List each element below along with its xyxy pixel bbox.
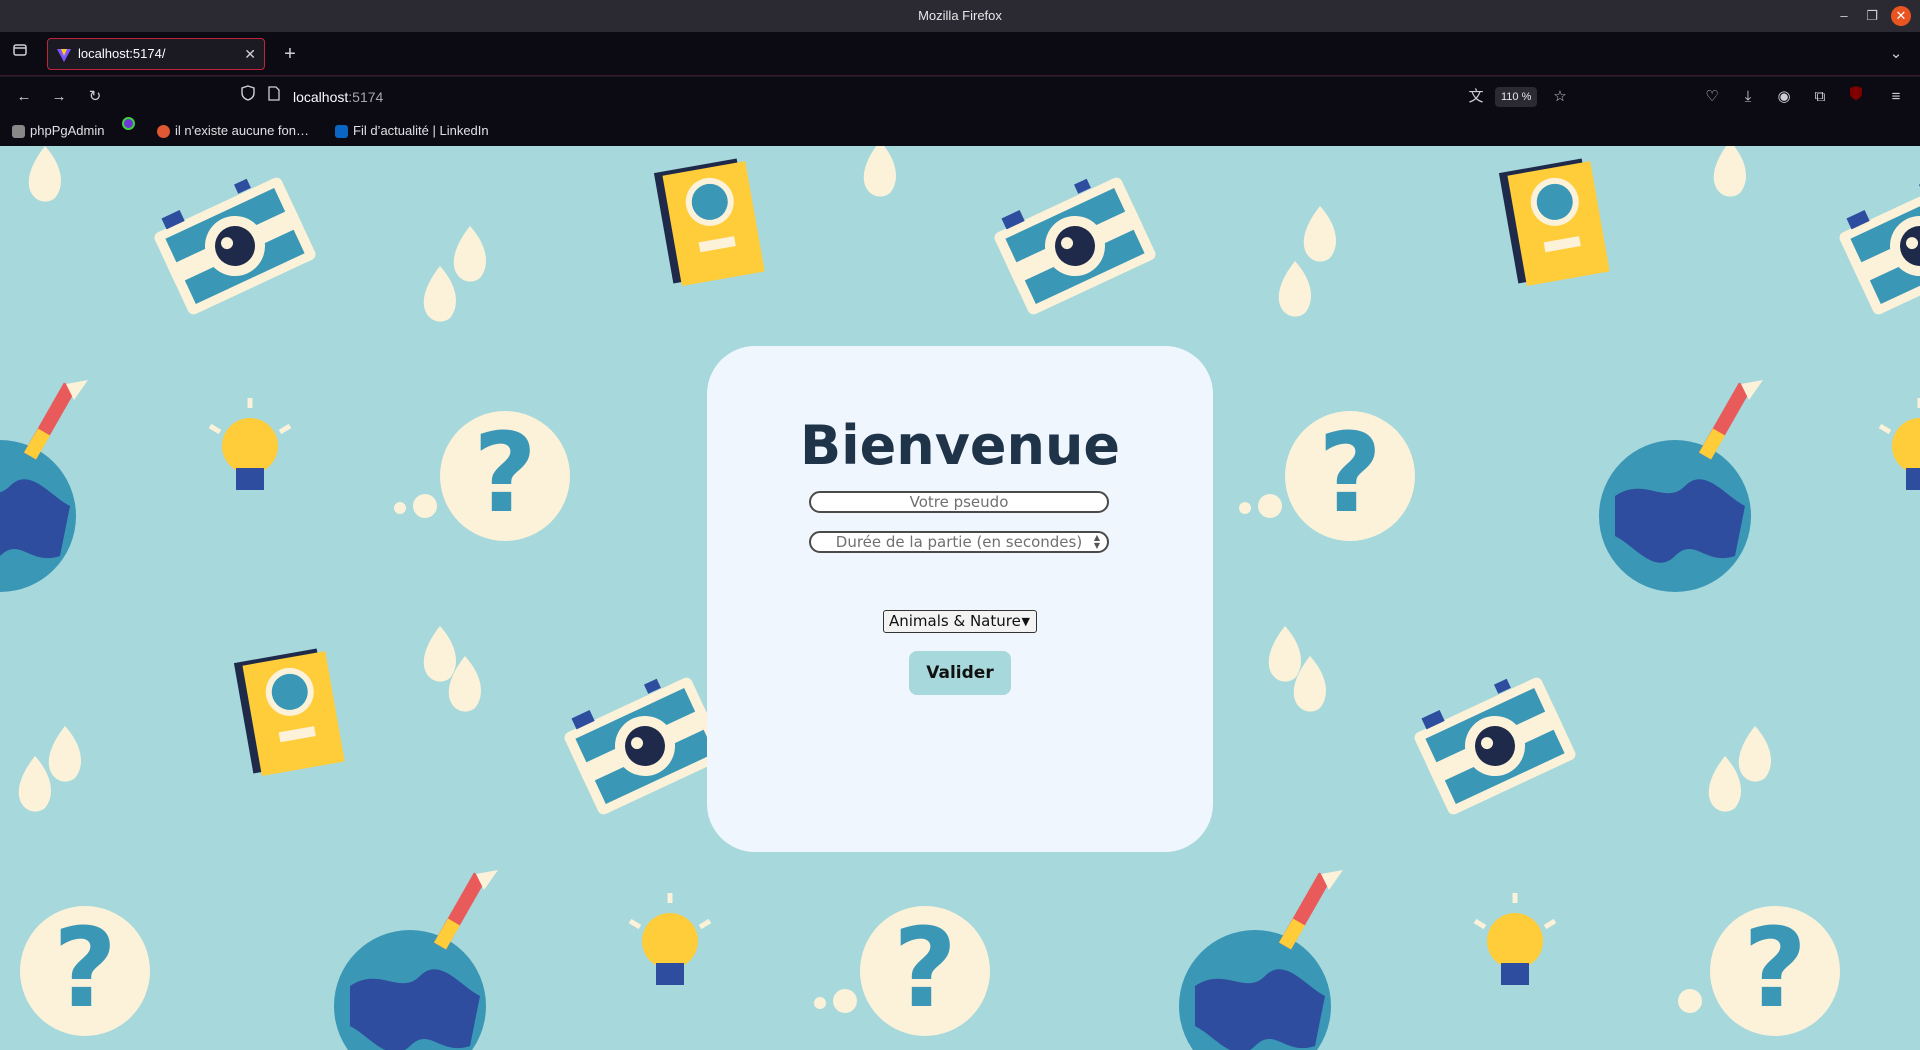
bookmark-icon-only[interactable] (122, 117, 135, 130)
tab-list-icon[interactable] (8, 42, 32, 66)
shield-icon[interactable] (236, 85, 260, 109)
bookmark-label: phpPgAdmin (30, 123, 105, 138)
page-background: ? (0, 146, 1920, 1050)
category-selected-value: Animals & Nature (889, 612, 1021, 630)
navigation-bar: ← → ↻ localhost:5174 文 ☆ ♡ ⤓ ◉ ⧉ ≡ (0, 77, 1920, 117)
bookmark-phppgadmin[interactable]: phpPgAdmin (12, 117, 104, 145)
url-text[interactable]: localhost:5174 (293, 81, 383, 113)
window-title: Mozilla Firefox (918, 8, 1002, 23)
elephant-icon (12, 124, 25, 138)
close-window-icon[interactable]: ✕ (1891, 6, 1911, 26)
window-titlebar: Mozilla Firefox – ❐ ✕ (0, 0, 1920, 32)
page-title: Bienvenue (799, 414, 1121, 477)
bookmarks-bar: phpPgAdmin il n'existe aucune fon… Fil d… (0, 117, 1920, 146)
bookmark-linkedin[interactable]: Fil d’actualité | LinkedIn (335, 117, 489, 145)
welcome-card: Bienvenue ▲▼ Animals & Nature ▼ Valider (707, 346, 1213, 852)
pocket-icon[interactable]: ♡ (1700, 85, 1724, 109)
tab-title: localhost:5174/ (78, 46, 166, 61)
download-icon[interactable]: ⤓ (1736, 85, 1760, 109)
chevron-down-icon[interactable]: ⌄ (1884, 42, 1908, 66)
new-tab-icon[interactable]: + (278, 42, 302, 66)
minimize-icon[interactable]: – (1834, 6, 1854, 26)
zoom-level[interactable]: 110 % (1495, 87, 1538, 107)
duckduckgo-icon (157, 124, 170, 138)
account-icon[interactable]: ◉ (1772, 85, 1796, 109)
bookmark-search[interactable]: il n'existe aucune fon… (157, 117, 309, 145)
tab-localhost[interactable]: localhost:5174/ ✕ (47, 38, 265, 70)
tab-strip: localhost:5174/ ✕ + ⌄ (0, 32, 1920, 76)
url-port: :5174 (348, 89, 384, 105)
url-bar[interactable]: localhost:5174 (228, 81, 1572, 113)
chevron-down-icon: ▼ (1021, 615, 1030, 628)
bookmark-label: Fil d’actualité | LinkedIn (353, 123, 489, 138)
back-icon[interactable]: ← (12, 85, 36, 109)
star-icon[interactable]: ☆ (1548, 85, 1572, 109)
restore-icon[interactable]: ❐ (1862, 6, 1882, 26)
linkedin-icon (335, 124, 348, 138)
tab-close-icon[interactable]: ✕ (244, 39, 256, 69)
forward-icon[interactable]: → (47, 85, 71, 109)
menu-icon[interactable]: ≡ (1884, 85, 1908, 109)
reload-icon[interactable]: ↻ (83, 85, 107, 109)
vite-favicon-icon (57, 49, 71, 62)
extension-bookmark-icon (122, 117, 135, 130)
translate-icon[interactable]: 文 (1464, 85, 1488, 109)
category-select[interactable]: Animals & Nature ▼ (883, 610, 1037, 633)
pseudo-field[interactable] (809, 491, 1109, 513)
ublock-icon[interactable] (1844, 85, 1868, 109)
extensions-icon[interactable]: ⧉ (1808, 85, 1832, 109)
duration-field[interactable]: ▲▼ (809, 531, 1109, 553)
duration-input[interactable] (811, 533, 1107, 551)
bookmark-label: il n'existe aucune fon… (175, 123, 310, 138)
url-host: localhost (293, 89, 349, 105)
page-icon[interactable] (262, 85, 286, 109)
pseudo-input[interactable] (811, 493, 1107, 511)
submit-button[interactable]: Valider (909, 651, 1011, 695)
number-stepper-icon[interactable]: ▲ ▼ (1091, 534, 1103, 550)
